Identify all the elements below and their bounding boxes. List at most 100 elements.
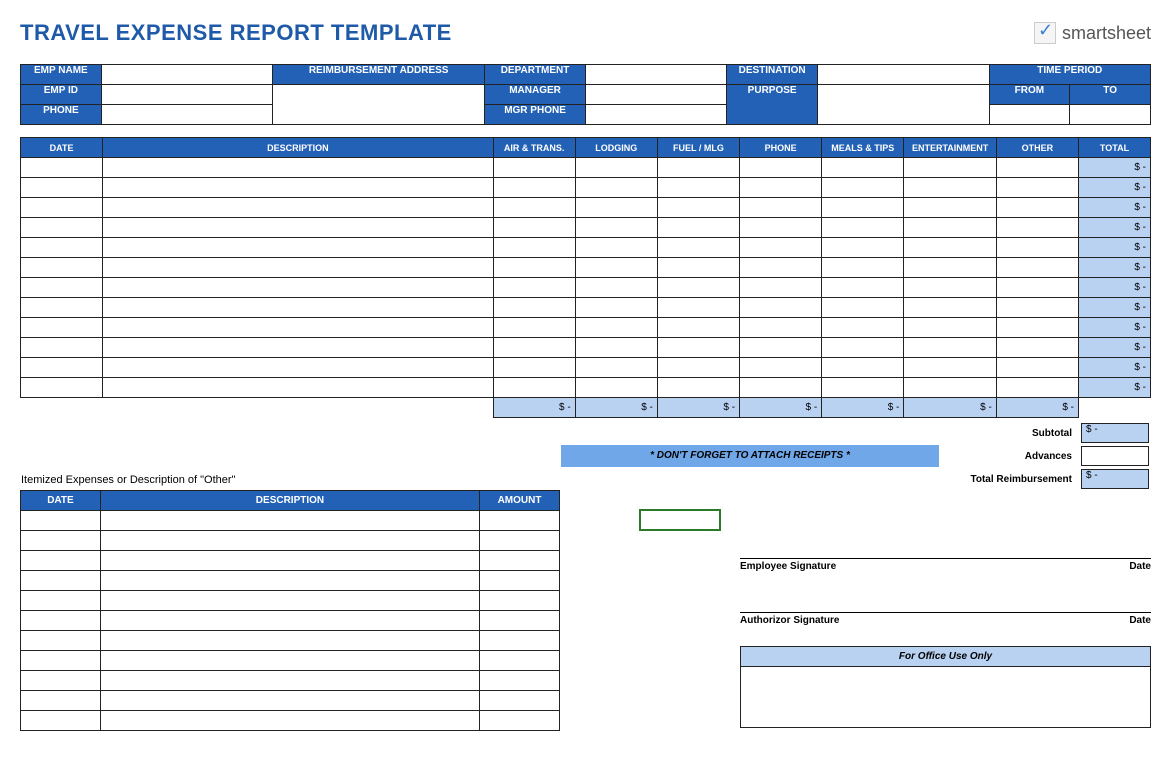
expense-cell[interactable]: [904, 158, 996, 178]
office-use-body[interactable]: [741, 667, 1150, 727]
expense-cell[interactable]: [822, 278, 904, 298]
expense-cell[interactable]: [740, 178, 822, 198]
expense-cell[interactable]: [740, 378, 822, 398]
expense-cell[interactable]: [740, 298, 822, 318]
expense-cell[interactable]: [740, 198, 822, 218]
expense-cell[interactable]: [996, 318, 1078, 338]
expense-cell[interactable]: [822, 158, 904, 178]
expense-cell[interactable]: [493, 338, 575, 358]
itemized-cell[interactable]: [21, 691, 101, 711]
expense-cell[interactable]: [740, 318, 822, 338]
expense-cell[interactable]: [21, 258, 103, 278]
expense-cell[interactable]: [996, 218, 1078, 238]
expense-cell[interactable]: [493, 158, 575, 178]
to-input[interactable]: [1070, 105, 1151, 125]
itemized-cell[interactable]: [21, 671, 101, 691]
expense-cell[interactable]: [21, 338, 103, 358]
expense-cell[interactable]: [822, 238, 904, 258]
expense-cell[interactable]: [996, 278, 1078, 298]
expense-cell[interactable]: [996, 378, 1078, 398]
itemized-cell[interactable]: [100, 651, 479, 671]
expense-cell[interactable]: [103, 358, 493, 378]
expense-cell[interactable]: [740, 278, 822, 298]
from-input[interactable]: [989, 105, 1070, 125]
expense-cell[interactable]: [575, 378, 657, 398]
expense-cell[interactable]: [575, 278, 657, 298]
expense-cell[interactable]: [996, 238, 1078, 258]
expense-cell[interactable]: [575, 178, 657, 198]
expense-cell[interactable]: [996, 198, 1078, 218]
expense-cell[interactable]: [657, 258, 739, 278]
itemized-cell[interactable]: [21, 611, 101, 631]
expense-cell[interactable]: [493, 178, 575, 198]
expense-cell[interactable]: [493, 198, 575, 218]
expense-cell[interactable]: [822, 178, 904, 198]
itemized-cell[interactable]: [480, 711, 560, 731]
emp-id-input[interactable]: [101, 85, 273, 105]
expense-cell[interactable]: [740, 238, 822, 258]
expense-cell[interactable]: [103, 178, 493, 198]
destination-input[interactable]: [818, 65, 990, 85]
itemized-cell[interactable]: [100, 631, 479, 651]
itemized-cell[interactable]: [480, 591, 560, 611]
purpose-input[interactable]: [818, 85, 990, 125]
expense-cell[interactable]: [657, 178, 739, 198]
expense-cell[interactable]: [822, 218, 904, 238]
expense-cell[interactable]: [575, 298, 657, 318]
expense-cell[interactable]: [21, 158, 103, 178]
expense-cell[interactable]: [996, 158, 1078, 178]
expense-cell[interactable]: [740, 218, 822, 238]
expense-cell[interactable]: [657, 318, 739, 338]
itemized-cell[interactable]: [480, 531, 560, 551]
expense-cell[interactable]: [657, 278, 739, 298]
expense-cell[interactable]: [822, 298, 904, 318]
itemized-cell[interactable]: [100, 711, 479, 731]
itemized-cell[interactable]: [100, 591, 479, 611]
itemized-cell[interactable]: [480, 611, 560, 631]
expense-cell[interactable]: [657, 218, 739, 238]
mgr-phone-input[interactable]: [585, 105, 726, 125]
expense-cell[interactable]: [996, 258, 1078, 278]
expense-cell[interactable]: [904, 218, 996, 238]
expense-cell[interactable]: [657, 378, 739, 398]
expense-cell[interactable]: [904, 238, 996, 258]
expense-cell[interactable]: [822, 358, 904, 378]
expense-cell[interactable]: [575, 198, 657, 218]
itemized-cell[interactable]: [21, 531, 101, 551]
expense-cell[interactable]: [493, 358, 575, 378]
expense-cell[interactable]: [904, 178, 996, 198]
expense-cell[interactable]: [904, 318, 996, 338]
expense-cell[interactable]: [996, 178, 1078, 198]
expense-cell[interactable]: [904, 198, 996, 218]
expense-cell[interactable]: [21, 238, 103, 258]
itemized-cell[interactable]: [100, 531, 479, 551]
expense-cell[interactable]: [575, 258, 657, 278]
expense-cell[interactable]: [575, 338, 657, 358]
expense-cell[interactable]: [822, 338, 904, 358]
expense-cell[interactable]: [822, 198, 904, 218]
itemized-cell[interactable]: [21, 651, 101, 671]
itemized-cell[interactable]: [100, 691, 479, 711]
expense-cell[interactable]: [904, 378, 996, 398]
emp-name-input[interactable]: [101, 65, 273, 85]
expense-cell[interactable]: [21, 378, 103, 398]
selected-cell[interactable]: [640, 510, 720, 530]
expense-cell[interactable]: [904, 358, 996, 378]
expense-cell[interactable]: [996, 298, 1078, 318]
expense-cell[interactable]: [822, 378, 904, 398]
itemized-cell[interactable]: [21, 711, 101, 731]
itemized-cell[interactable]: [21, 511, 101, 531]
expense-cell[interactable]: [822, 318, 904, 338]
itemized-cell[interactable]: [480, 551, 560, 571]
expense-cell[interactable]: [493, 318, 575, 338]
itemized-cell[interactable]: [100, 551, 479, 571]
expense-cell[interactable]: [21, 298, 103, 318]
expense-cell[interactable]: [996, 338, 1078, 358]
expense-cell[interactable]: [103, 218, 493, 238]
expense-cell[interactable]: [657, 338, 739, 358]
reimbursement-input[interactable]: [273, 85, 485, 125]
expense-cell[interactable]: [575, 318, 657, 338]
expense-cell[interactable]: [493, 218, 575, 238]
expense-cell[interactable]: [493, 298, 575, 318]
expense-cell[interactable]: [822, 258, 904, 278]
